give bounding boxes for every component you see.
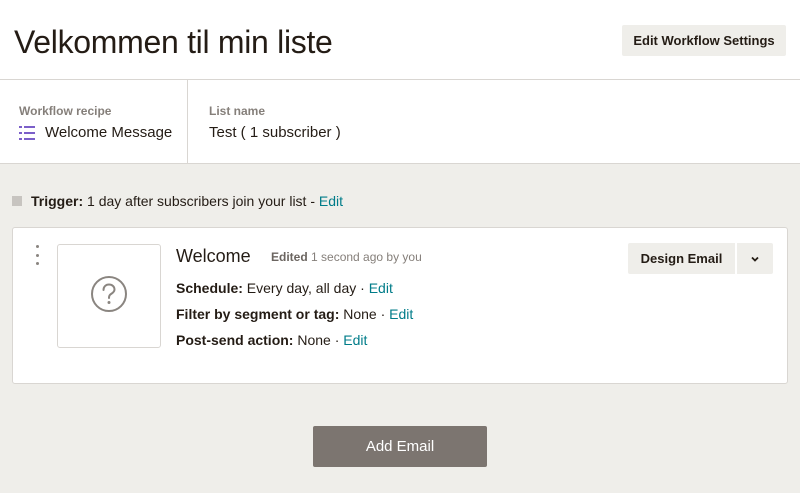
filter-label: Filter by segment or tag: [176, 306, 340, 322]
post-send-label: Post-send action: [176, 332, 294, 348]
trigger-description: Trigger: 1 day after subscribers join yo… [31, 193, 343, 209]
list-name-label: List name [209, 104, 266, 118]
post-send-row: Post-send action: None · Edit [176, 332, 367, 348]
trigger-label: Trigger: [31, 193, 84, 209]
email-thumbnail[interactable] [57, 244, 161, 348]
schedule-label: Schedule: [176, 280, 243, 296]
list-name-section: List name Test ( 1 subscriber ) [188, 80, 800, 163]
design-email-button[interactable]: Design Email [628, 243, 735, 274]
email-edited-status: Edited 1 second ago by you [271, 250, 422, 264]
trigger-edit-link[interactable]: Edit [319, 193, 343, 209]
page-title: Velkommen til min liste [14, 24, 333, 60]
filter-edit-link[interactable]: Edit [389, 306, 413, 322]
workflow-recipe-section: Workflow recipe Welcome Message [0, 80, 188, 163]
add-email-button[interactable]: Add Email [313, 426, 487, 467]
trigger-row: Trigger: 1 day after subscribers join yo… [12, 192, 343, 210]
schedule-edit-link[interactable]: Edit [369, 280, 393, 296]
schedule-value: Every day, all day · [242, 280, 369, 296]
trigger-text: 1 day after subscribers join your list - [83, 193, 319, 209]
email-name: Welcome [176, 246, 251, 266]
design-email-dropdown-button[interactable] [736, 243, 773, 274]
post-send-edit-link[interactable]: Edit [343, 332, 367, 348]
chevron-down-icon [750, 251, 760, 266]
filter-value: None · [339, 306, 390, 322]
question-mark-icon [90, 275, 128, 318]
list-icon [19, 125, 37, 141]
filter-row: Filter by segment or tag: None · Edit [176, 306, 413, 322]
schedule-row: Schedule: Every day, all day · Edit [176, 280, 393, 296]
edit-workflow-settings-button[interactable]: Edit Workflow Settings [622, 25, 786, 56]
list-name-value: Test ( 1 subscriber ) [209, 124, 341, 141]
page-header: Velkommen til min liste Edit Workflow Se… [0, 0, 800, 80]
more-options-icon[interactable] [34, 245, 40, 265]
email-card: Welcome Edited 1 second ago by you Sched… [12, 227, 788, 384]
edited-text: 1 second ago by you [307, 250, 422, 264]
edited-label: Edited [271, 250, 308, 264]
post-send-value: None · [293, 332, 344, 348]
workflow-recipe-value: Welcome Message [45, 124, 173, 141]
workflow-recipe-label: Workflow recipe [19, 104, 112, 118]
workflow-info-bar: Workflow recipe Welcome Message List nam… [0, 80, 800, 164]
trigger-marker-icon [12, 196, 22, 206]
